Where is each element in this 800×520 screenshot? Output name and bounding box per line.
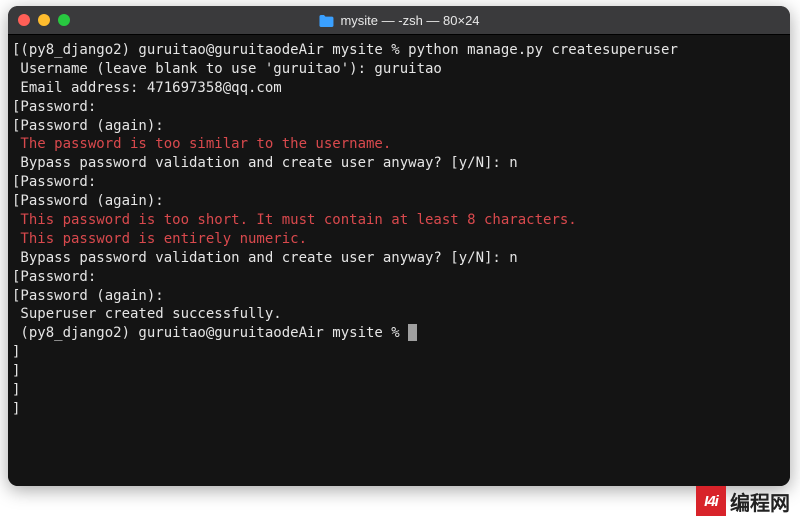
minimize-icon[interactable] [38,14,50,26]
terminal-line: [Password: [12,173,782,192]
terminal-line: Username (leave blank to use 'guruitao')… [12,60,782,79]
terminal-line: [Password (again): [12,192,782,211]
window-title-text: mysite — -zsh — 80×24 [340,13,479,28]
terminal-line: [Password: [12,98,782,117]
watermark: I4i 编程网 [696,486,790,516]
terminal-line: Email address: 471697358@qq.com [12,79,782,98]
close-icon[interactable] [18,14,30,26]
terminal-line: [Password (again): [12,117,782,136]
terminal-line: The password is too similar to the usern… [12,135,782,154]
watermark-badge: I4i [696,486,726,516]
terminal-line: Bypass password validation and create us… [12,154,782,173]
terminal-window: mysite — -zsh — 80×24 [(py8_django2) gur… [8,6,790,486]
terminal-line: [(py8_django2) guruitao@guruitaodeAir my… [12,41,782,60]
terminal-line: ] [12,362,782,381]
watermark-text: 编程网 [730,487,790,516]
terminal-line: ] [12,343,782,362]
maximize-icon[interactable] [58,14,70,26]
terminal-line: Superuser created successfully. [12,305,782,324]
terminal-line: (py8_django2) guruitao@guruitaodeAir mys… [12,324,782,343]
terminal-line: Bypass password validation and create us… [12,249,782,268]
cursor [408,324,417,341]
traffic-lights [18,14,70,26]
terminal-line: [Password: [12,268,782,287]
window-title: mysite — -zsh — 80×24 [318,13,479,28]
terminal-body[interactable]: [(py8_django2) guruitao@guruitaodeAir my… [8,34,790,486]
folder-icon [318,14,334,27]
titlebar: mysite — -zsh — 80×24 [8,6,790,34]
terminal-line: [Password (again): [12,287,782,306]
terminal-line: This password is entirely numeric. [12,230,782,249]
terminal-line: ] [12,381,782,400]
terminal-line: ] [12,400,782,419]
terminal-line: This password is too short. It must cont… [12,211,782,230]
